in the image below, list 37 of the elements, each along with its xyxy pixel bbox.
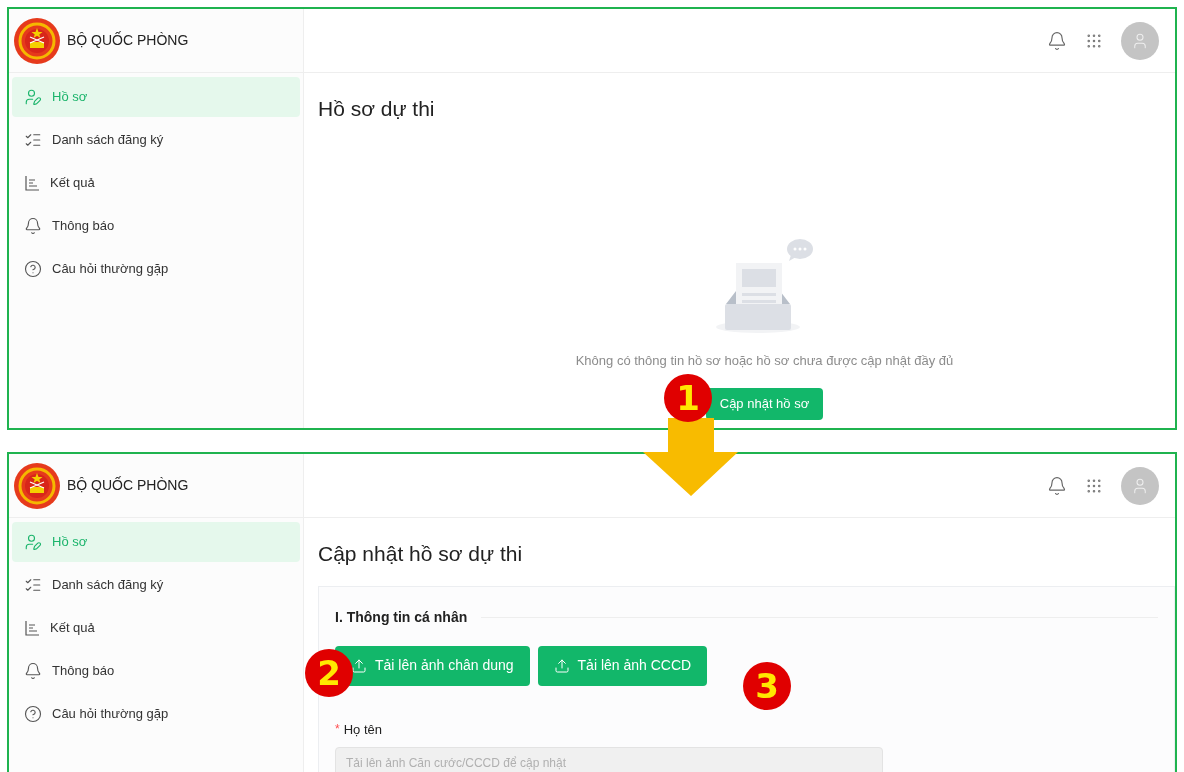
brand-name: BỘ QUỐC PHÒNG	[67, 475, 189, 495]
sidebar-item[interactable]: Kết quả	[12, 163, 300, 203]
help-icon	[24, 705, 42, 723]
empty-message: Không có thông tin hồ sơ hoặc hồ sơ chưa được cập nhật đầy đủ	[575, 351, 954, 370]
sidebar-item[interactable]: Danh sách đăng ký	[12, 120, 300, 160]
apps-grid-icon[interactable]	[1085, 31, 1103, 50]
list-check-icon	[24, 131, 42, 149]
sidebar-item[interactable]: Câu hỏi thường gặp	[12, 249, 300, 289]
sidebar-item[interactable]: Thông báo	[12, 206, 300, 246]
required-marker: *	[335, 721, 340, 739]
bar-list-icon	[24, 175, 40, 191]
emblem-logo	[13, 16, 61, 65]
section-title: I. Thông tin cá nhân	[335, 607, 468, 627]
notification-bell-icon[interactable]	[1047, 475, 1067, 496]
emblem-logo	[13, 461, 61, 510]
apps-grid-icon[interactable]	[1085, 476, 1103, 495]
upload-icon	[553, 657, 570, 674]
notification-bell-icon[interactable]	[1047, 30, 1067, 51]
sidebar-item[interactable]: Danh sách đăng ký	[12, 565, 300, 605]
page-title: Cập nhật hồ sơ dự thi	[318, 541, 524, 567]
page-title: Hồ sơ dự thi	[318, 96, 436, 122]
user-icon	[1131, 476, 1149, 495]
upload-icon	[351, 657, 367, 674]
user-icon	[1131, 31, 1149, 50]
sidebar-item[interactable]: Câu hỏi thường gặp	[12, 694, 300, 734]
bar-list-icon	[24, 620, 40, 636]
field-label: Họ tên	[343, 720, 382, 739]
down-arrow-icon	[643, 418, 738, 496]
bell-icon	[24, 662, 42, 680]
sidebar-item[interactable]: Kết quả	[12, 608, 300, 648]
list-check-icon	[24, 576, 42, 594]
help-icon	[24, 260, 42, 278]
bell-icon	[24, 217, 42, 235]
sidebar-item[interactable]: Thông báo	[12, 651, 300, 691]
user-pen-icon	[24, 533, 42, 551]
user-pen-icon	[24, 88, 42, 106]
brand-name: BỘ QUỐC PHÒNG	[67, 30, 189, 50]
